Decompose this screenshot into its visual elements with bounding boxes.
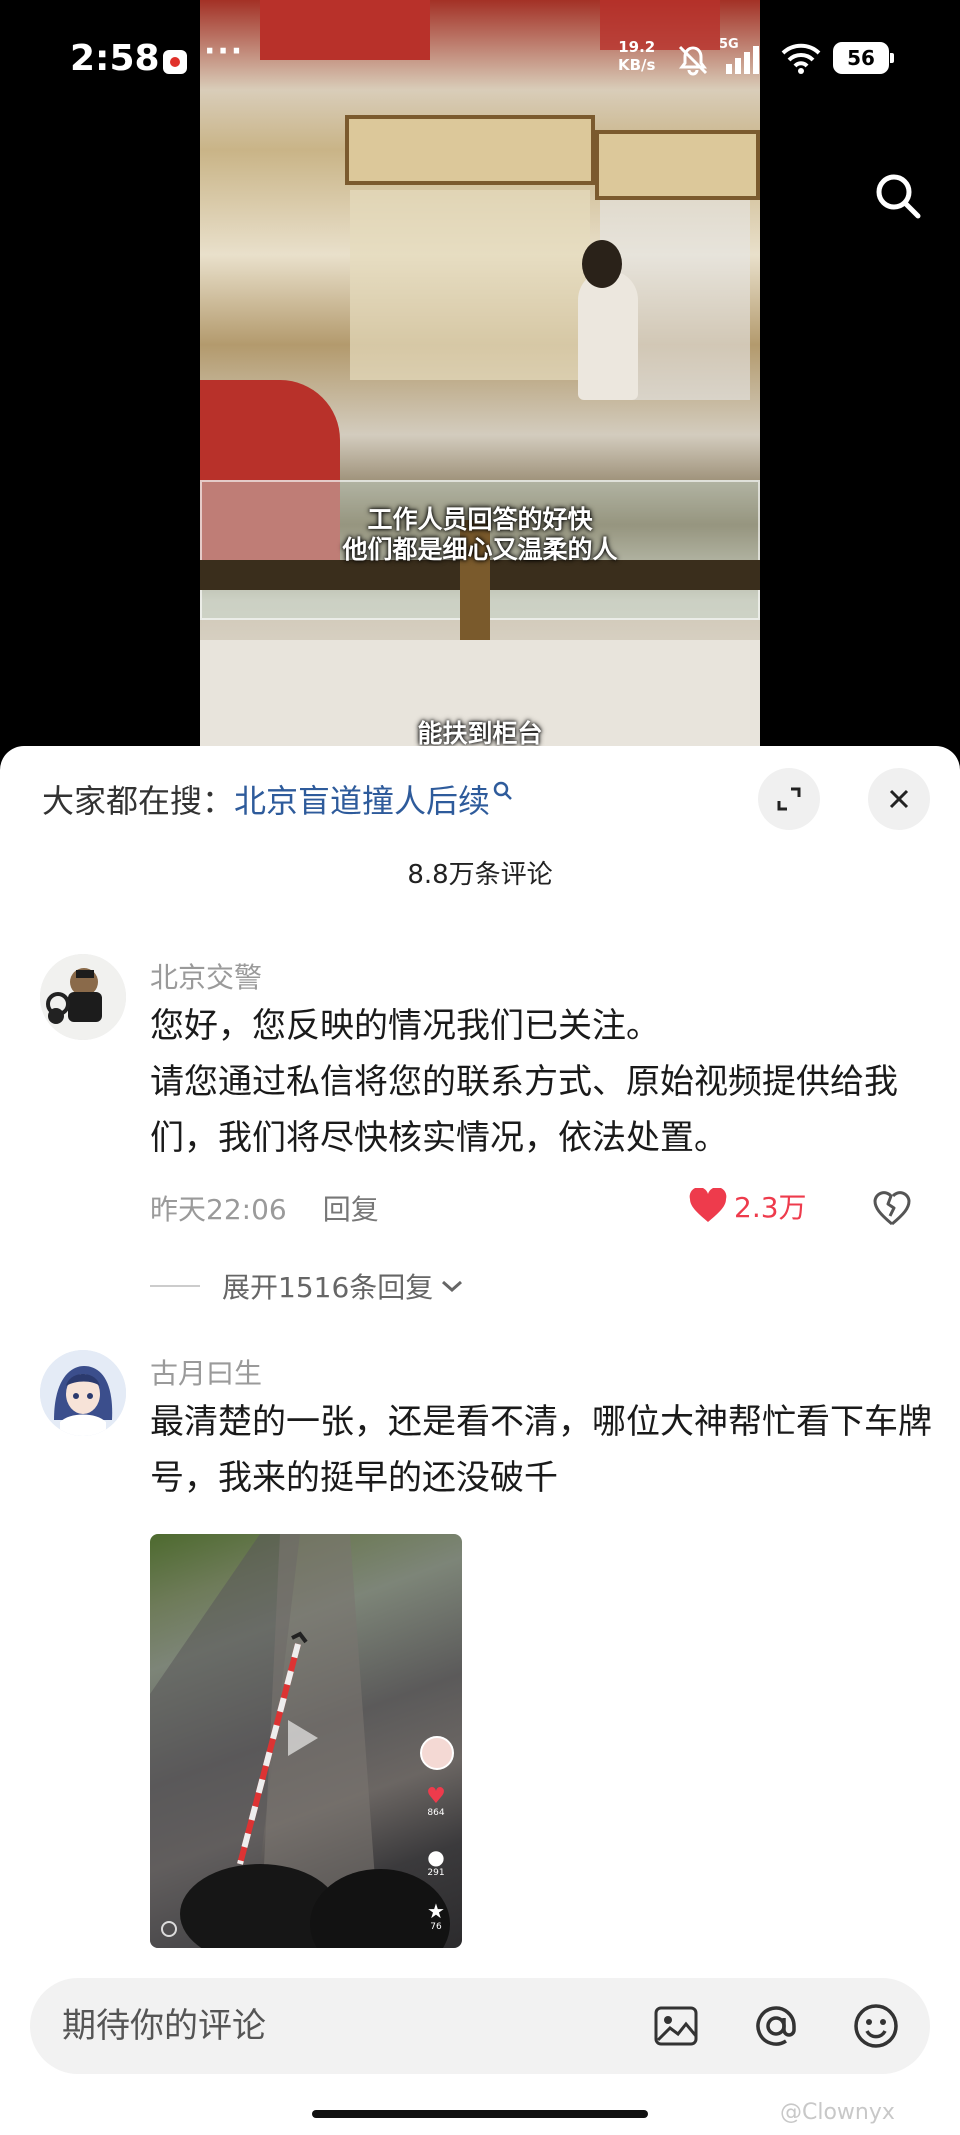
heart-icon [689,1188,727,1222]
mention-at-icon[interactable] [752,2002,800,2050]
police-cartoon-avatar-icon [40,954,126,1040]
close-icon [889,789,909,809]
expand-button[interactable] [758,768,820,830]
comment-username[interactable]: 北京交警 [150,956,262,996]
video-caption-line2: 他们都是细心又温柔的人 [342,535,618,564]
mini-comment-count: 291 [427,1868,445,1878]
comment-count: 8.8万条评论 [407,860,553,890]
image-icon[interactable] [652,2002,700,2050]
expand-icon [777,787,801,811]
video-player[interactable]: 工作人员回答的好快 他们都是细心又温柔的人 能扶到柜台 2:58 ··· 19.… [0,0,960,750]
mini-like-count: 864 [427,1808,445,1818]
comment-bubble-icon: ● [427,1845,445,1869]
mini-favorite-count: 76 [430,1922,442,1932]
comment-meta: 昨天22:06 回复 [150,1188,379,1228]
screen-record-icon [163,50,187,74]
status-bar: 2:58 ··· 19.2 KB/s 5G 56 [0,30,960,90]
avatar[interactable] [40,1350,126,1436]
network-speed: 19.2 KB/s [618,38,655,74]
trending-query-link[interactable]: 北京盲道撞人后续 [234,782,490,820]
search-icon[interactable] [870,168,926,224]
comment-text: 最清楚的一张，还是看不清，哪位大神帮忙看下车牌号，我来的挺早的还没破千 [150,1402,932,1498]
play-icon[interactable] [274,1712,326,1764]
anime-girl-avatar-icon [40,1350,126,1436]
mini-author-avatar [420,1736,454,1770]
mute-bell-icon [678,45,708,76]
expand-replies-button[interactable]: 展开1516条回复 [150,1266,465,1306]
close-button[interactable] [868,768,930,830]
battery-indicator: 56 [833,42,894,74]
chevron-down-icon [442,1280,463,1293]
search-icon [493,781,512,800]
more-notifications-icon: ··· [204,34,245,69]
comment-image[interactable]: ♥ 864 ● 291 ★ 76 [150,1534,462,1948]
video-frame: 工作人员回答的好快 他们都是细心又温柔的人 能扶到柜台 [200,0,760,750]
like-button[interactable]: 2.3万 [688,1186,807,1226]
network-speed-value: 19.2 [618,38,656,56]
wifi-icon [781,43,821,74]
mini-like: ♥ 864 [418,1784,454,1819]
like-count: 2.3万 [734,1191,807,1224]
signal-icon [726,46,759,74]
expand-replies-label: 展开1516条回复 [222,1271,434,1304]
comment-username[interactable]: 古月曰生 [150,1352,262,1392]
clock: 2:58 [70,38,160,79]
broken-heart-icon[interactable] [872,1188,912,1228]
comment-sheet: 大家都在搜：北京盲道撞人后续 8.8万条评论 北京交警 您好，您反映的情况我们已… [0,746,960,2135]
divider [150,1285,200,1287]
trending-label: 大家都在搜： [42,782,235,820]
trending-search: 大家都在搜：北京盲道撞人后续 [42,776,514,822]
app-logo-icon [161,1921,177,1937]
video-caption-bottom: 能扶到柜台 [417,719,543,748]
weibo-watermark: @Clownyx [780,2100,895,2125]
comment-input[interactable] [62,2006,562,2046]
reply-button[interactable]: 回复 [323,1193,379,1226]
mini-favorite: ★ 76 [418,1900,454,1932]
comment-time: 昨天22:06 [150,1193,287,1226]
mini-comment: ● 291 [418,1846,454,1878]
home-indicator[interactable] [312,2110,648,2118]
star-icon: ★ [427,1899,445,1923]
comment-input-bar [30,1978,930,2074]
avatar[interactable] [40,954,126,1040]
emoji-icon[interactable] [852,2002,900,2050]
heart-icon: ♥ [426,1784,446,1809]
network-speed-unit: KB/s [618,56,656,74]
comment-text: 您好，您反映的情况我们已关注。 请您通过私信将您的联系方式、原始视频提供给我们，… [150,1006,898,1158]
